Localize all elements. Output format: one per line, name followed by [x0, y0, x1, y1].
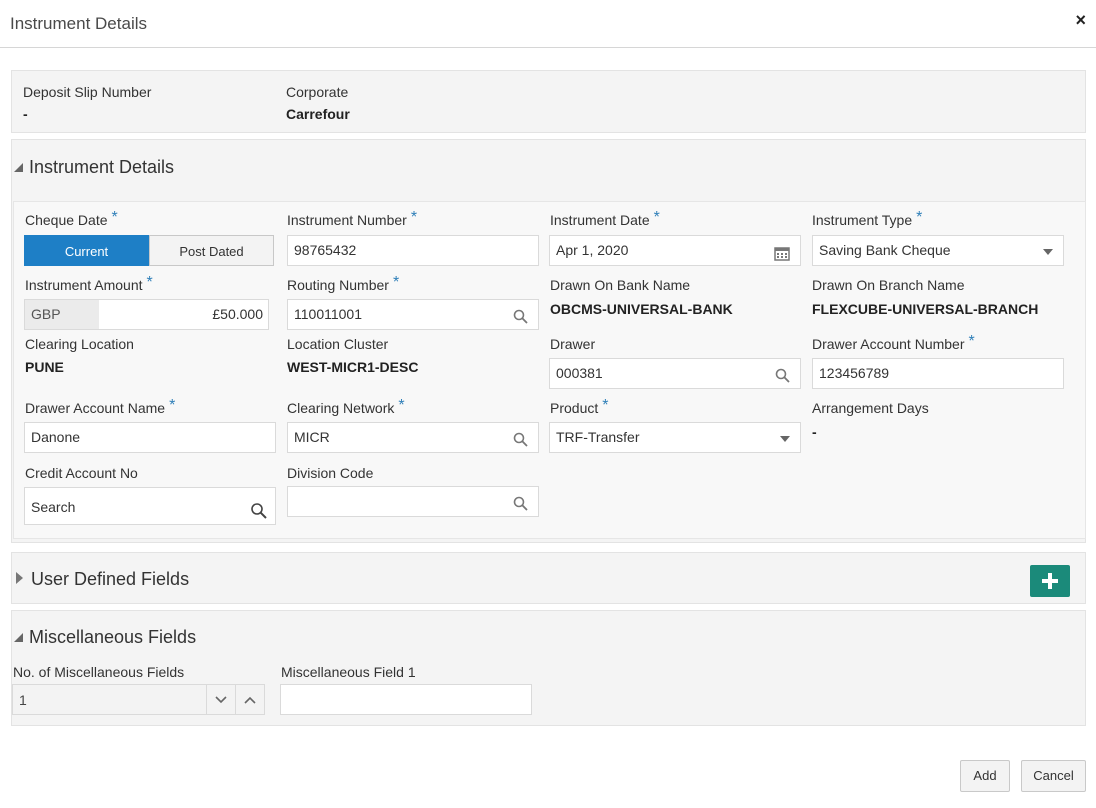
instrument-details-header[interactable]: Instrument Details — [14, 157, 174, 178]
cheque-date-toggle: Current Post Dated — [24, 235, 274, 266]
location-cluster-value: WEST-MICR1-DESC — [287, 359, 419, 375]
chevron-up-icon[interactable] — [235, 685, 264, 714]
close-icon[interactable]: × — [1075, 10, 1086, 30]
search-icon[interactable] — [513, 428, 528, 452]
credit-account-no-field[interactable]: Search — [24, 487, 276, 525]
amount-currency[interactable]: GBP — [25, 300, 99, 329]
instrument-amount-label: Instrument Amount * — [25, 274, 153, 293]
dialog-header: Instrument Details × — [0, 0, 1096, 48]
instrument-amount-field[interactable]: GBP £50.000 — [24, 299, 269, 330]
arrangement-days-value: - — [812, 424, 817, 440]
credit-account-no-label: Credit Account No — [25, 465, 138, 481]
clearing-location-label: Clearing Location — [25, 336, 134, 352]
instrument-fields-area: Cheque Date * Current Post Dated Instrume… — [13, 201, 1086, 539]
add-button[interactable]: Add — [960, 760, 1010, 792]
add-udf-button[interactable] — [1030, 565, 1070, 597]
clearing-network-label: Clearing Network * — [287, 397, 405, 416]
misc-count-value[interactable]: 1 — [13, 685, 206, 714]
drawer-account-number-field[interactable]: 123456789 — [812, 358, 1064, 389]
search-icon[interactable] — [513, 492, 528, 516]
drawer-account-name-label: Drawer Account Name * — [25, 397, 176, 416]
cheque-date-current-button[interactable]: Current — [24, 235, 149, 266]
deposit-slip-value: - — [23, 106, 28, 122]
instrument-type-select[interactable]: Saving Bank Cheque — [812, 235, 1064, 266]
misc-title: Miscellaneous Fields — [29, 627, 197, 647]
instrument-number-label: Instrument Number * — [287, 209, 418, 228]
division-code-label: Division Code — [287, 465, 374, 481]
amount-value[interactable]: £50.000 — [99, 300, 268, 329]
corporate-value: Carrefour — [286, 106, 350, 122]
clearing-location-value: PUNE — [25, 359, 64, 375]
misc-field1-input[interactable] — [280, 684, 532, 715]
drawer-account-number-label: Drawer Account Number * — [812, 333, 975, 352]
summary-panel: Deposit Slip Number - Corporate Carrefou… — [11, 70, 1086, 133]
cheque-date-post-dated-button[interactable]: Post Dated — [149, 235, 274, 266]
misc-count-label: No. of Miscellaneous Fields — [13, 664, 185, 680]
cheque-date-label: Cheque Date * — [25, 209, 118, 228]
corporate-label: Corporate — [286, 84, 349, 100]
product-label: Product * — [550, 397, 609, 416]
instrument-details-panel: Instrument Details Cheque Date * Current … — [11, 139, 1086, 543]
drawn-on-branch-name-label: Drawn On Branch Name — [812, 277, 965, 293]
drawn-on-bank-name-value: OBCMS-UNIVERSAL-BANK — [550, 301, 733, 317]
collapse-triangle-icon — [14, 163, 23, 172]
location-cluster-label: Location Cluster — [287, 336, 389, 352]
collapse-triangle-icon — [14, 633, 23, 642]
chevron-down-icon[interactable] — [206, 685, 235, 714]
instrument-type-label: Instrument Type * — [812, 209, 923, 228]
instrument-number-field[interactable]: 98765432 — [287, 235, 539, 266]
product-select[interactable]: TRF-Transfer — [549, 422, 801, 453]
misc-field1-label: Miscellaneous Field 1 — [281, 664, 416, 680]
instrument-date-field[interactable]: Apr 1, 2020 — [549, 235, 801, 266]
drawer-account-name-field[interactable]: Danone — [24, 422, 276, 453]
udf-header[interactable]: User Defined Fields — [16, 569, 189, 590]
chevron-down-icon — [780, 436, 790, 442]
drawer-field[interactable]: 000381 — [549, 358, 801, 389]
dialog-title: Instrument Details — [10, 14, 147, 33]
calendar-icon[interactable] — [774, 242, 790, 265]
routing-number-field[interactable]: 110011001 — [287, 299, 539, 330]
misc-header[interactable]: Miscellaneous Fields — [14, 627, 196, 648]
misc-panel: Miscellaneous Fields No. of Miscellaneou… — [11, 610, 1086, 726]
cancel-button[interactable]: Cancel — [1021, 760, 1086, 792]
deposit-slip-label: Deposit Slip Number — [23, 84, 152, 100]
search-icon[interactable] — [250, 497, 268, 524]
search-icon[interactable] — [775, 364, 790, 388]
chevron-down-icon — [1043, 249, 1053, 255]
misc-count-stepper[interactable]: 1 — [12, 684, 265, 715]
instrument-details-title: Instrument Details — [29, 157, 175, 177]
instrument-date-label: Instrument Date * — [550, 209, 660, 228]
expand-triangle-icon — [16, 572, 23, 584]
drawer-label: Drawer — [550, 336, 596, 352]
clearing-network-field[interactable]: MICR — [287, 422, 539, 453]
drawn-on-branch-name-value: FLEXCUBE-UNIVERSAL-BRANCH — [812, 301, 1039, 317]
udf-title: User Defined Fields — [31, 569, 190, 589]
routing-number-label: Routing Number * — [287, 274, 400, 293]
search-icon[interactable] — [513, 305, 528, 329]
udf-panel: User Defined Fields — [11, 552, 1086, 604]
division-code-field[interactable] — [287, 486, 539, 517]
drawn-on-bank-name-label: Drawn On Bank Name — [550, 277, 691, 293]
arrangement-days-label: Arrangement Days — [812, 400, 929, 416]
